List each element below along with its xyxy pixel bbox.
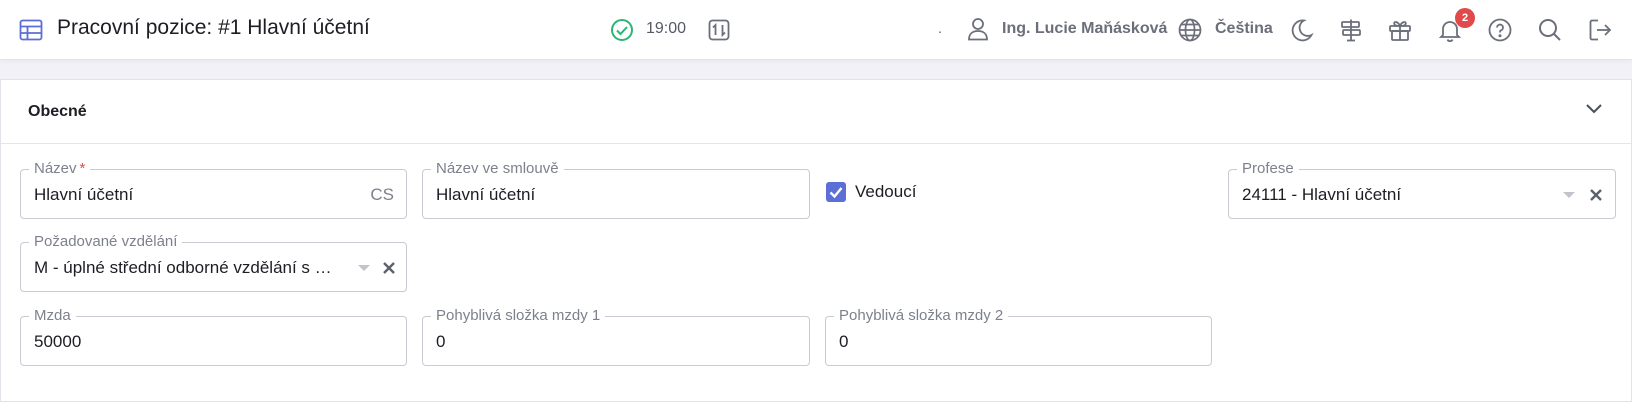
salary-value[interactable]: 50000 — [34, 332, 346, 352]
salary-label: Mzda — [29, 307, 76, 325]
language-tag[interactable]: CS — [370, 185, 394, 205]
clear-icon[interactable] — [1587, 186, 1605, 204]
top-bar: Pracovní pozice: #1 Hlavní účetní 19:00 … — [0, 0, 1632, 60]
user-icon[interactable] — [965, 16, 991, 42]
user-name[interactable]: Ing. Lucie Maňásková — [1002, 20, 1167, 38]
variable-pay-1-field[interactable]: Pohyblivá složka mzdy 1 0 — [422, 307, 810, 366]
help-icon[interactable] — [1487, 17, 1513, 43]
variable-pay-2-field[interactable]: Pohyblivá složka mzdy 2 0 — [825, 307, 1212, 366]
name-value[interactable]: Hlavní účetní — [34, 185, 346, 205]
name-label: Název — [34, 160, 77, 177]
contract-name-label: Název ve smlouvě — [431, 160, 564, 178]
education-label: Požadované vzdělání — [29, 233, 183, 251]
education-select[interactable]: Požadované vzdělání M - úplné střední od… — [20, 233, 407, 292]
name-field[interactable]: Název * Hlavní účetní CS — [20, 160, 407, 219]
search-icon[interactable] — [1537, 17, 1563, 43]
signpost-icon[interactable] — [1338, 17, 1364, 43]
language-selector[interactable]: Čeština — [1215, 20, 1273, 38]
section-title[interactable]: Obecné — [28, 103, 87, 121]
salary-field[interactable]: Mzda 50000 — [20, 307, 407, 366]
variable-pay-2-value[interactable]: 0 — [839, 332, 1151, 352]
dropdown-arrow-icon[interactable] — [1563, 191, 1575, 199]
manager-checkbox[interactable] — [826, 182, 846, 202]
separator-dot: . — [938, 20, 942, 36]
profession-label: Profese — [1237, 160, 1299, 178]
check-circle-icon — [609, 17, 635, 43]
section-divider — [1, 143, 1632, 144]
clock-time: 19:00 — [646, 20, 687, 37]
variable-pay-1-label: Pohyblivá složka mzdy 1 — [431, 307, 606, 325]
clear-icon[interactable] — [380, 259, 398, 277]
variable-pay-1-value[interactable]: 0 — [436, 332, 749, 352]
logout-icon[interactable] — [1587, 17, 1613, 43]
globe-icon[interactable] — [1177, 17, 1203, 43]
page-title: Pracovní pozice: #1 Hlavní účetní — [57, 16, 370, 39]
required-mark: * — [79, 160, 86, 177]
profession-value[interactable]: 24111 - Hlavní účetní — [1242, 185, 1555, 205]
manager-label[interactable]: Vedoucí — [855, 182, 916, 202]
education-value[interactable]: M - úplné střední odborné vzdělání s mat… — [34, 258, 340, 278]
moon-icon[interactable] — [1289, 17, 1315, 43]
profession-select[interactable]: Profese 24111 - Hlavní účetní — [1228, 160, 1616, 219]
dropdown-arrow-icon[interactable] — [358, 264, 370, 272]
contract-name-value[interactable]: Hlavní účetní — [436, 185, 749, 205]
contract-name-field[interactable]: Název ve smlouvě Hlavní účetní — [422, 160, 810, 219]
notification-badge[interactable]: 2 — [1455, 8, 1475, 28]
gift-icon[interactable] — [1387, 17, 1413, 43]
chevron-down-icon[interactable] — [1582, 97, 1606, 121]
table-icon[interactable] — [18, 17, 44, 43]
variable-pay-2-label: Pohyblivá složka mzdy 2 — [834, 307, 1009, 325]
sort-toggle-icon[interactable] — [706, 17, 732, 43]
